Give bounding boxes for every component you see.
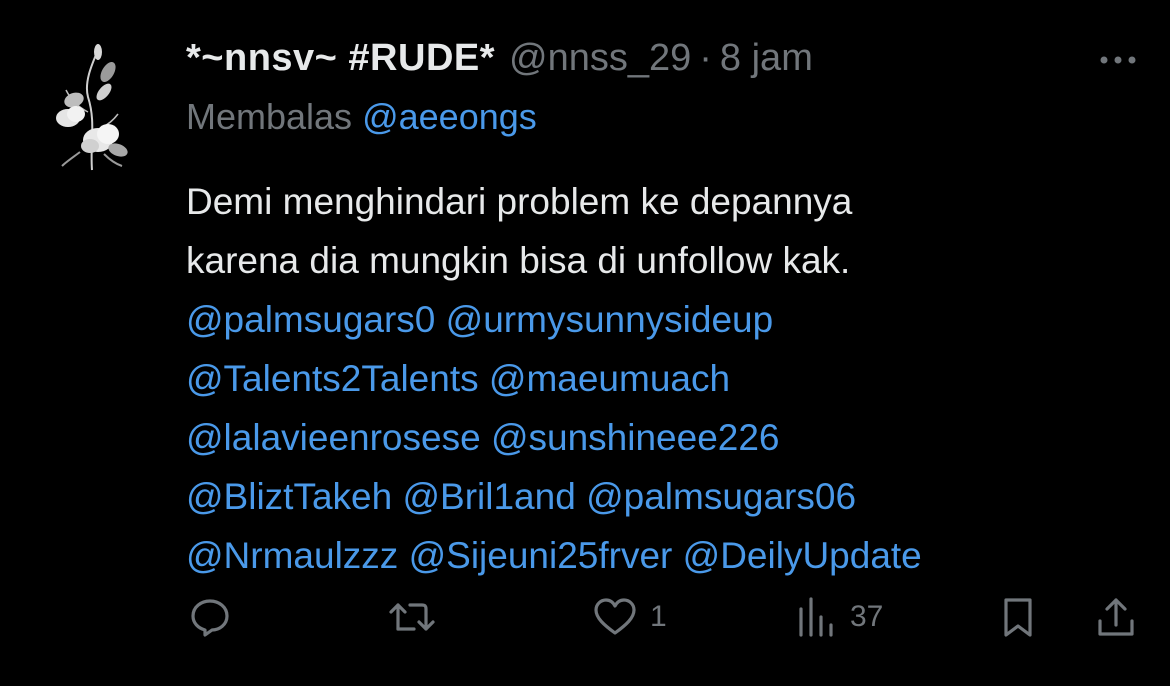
display-name[interactable]: *~nnsv~ #RUDE* (186, 37, 495, 80)
share-icon (1098, 598, 1134, 636)
text-line: Demi menghindari problem ke depannya (186, 181, 853, 222)
bookmark-icon (1004, 598, 1032, 637)
avatar[interactable] (52, 42, 132, 172)
mention-line[interactable]: @lalavieenrosese @sunshineee226 (186, 408, 922, 467)
views-count: 37 (850, 600, 884, 633)
text-line: karena dia mungkin bisa di unfollow kak. (186, 240, 851, 281)
like-icon (594, 598, 636, 635)
share-button[interactable] (1094, 592, 1138, 642)
separator-dot: · (699, 36, 712, 79)
retweet-icon (389, 603, 435, 631)
reply-icon (191, 599, 229, 637)
like-button[interactable]: 1 (592, 592, 667, 642)
tweet-header: *~nnsv~ #RUDE* @nnss_29 · 8 jam (186, 34, 1110, 82)
mention-line[interactable]: @Nrmaulzzz @Sijeuni25frver @DeilyUpdate (186, 526, 922, 585)
timestamp[interactable]: 8 jam (720, 37, 813, 80)
bookmark-button[interactable] (998, 592, 1038, 642)
mention-line[interactable]: @Talents2Talents @maeumuach (186, 349, 922, 408)
retweet-button[interactable] (386, 592, 438, 642)
views-button[interactable]: 37 (794, 592, 883, 642)
avatar-flower-image (56, 44, 128, 171)
more-button[interactable] (1096, 50, 1140, 70)
replying-to: Membalas @aeeongs (186, 96, 537, 138)
tweet-text: Demi menghindari problem ke depannya kar… (186, 172, 922, 585)
views-icon (799, 597, 833, 637)
reply-button[interactable] (188, 592, 232, 642)
mention-line[interactable]: @BliztTakeh @Bril1and @palmsugars06 (186, 467, 922, 526)
mention-line[interactable]: @palmsugars0 @urmysunnysideup (186, 290, 922, 349)
user-handle[interactable]: @nnss_29 (509, 37, 691, 80)
reply-prefix: Membalas (186, 96, 353, 137)
like-count: 1 (650, 600, 667, 633)
reply-to-mention[interactable]: @aeeongs (362, 96, 537, 137)
more-icon (1100, 56, 1136, 64)
action-bar: 1 37 (186, 592, 1136, 642)
